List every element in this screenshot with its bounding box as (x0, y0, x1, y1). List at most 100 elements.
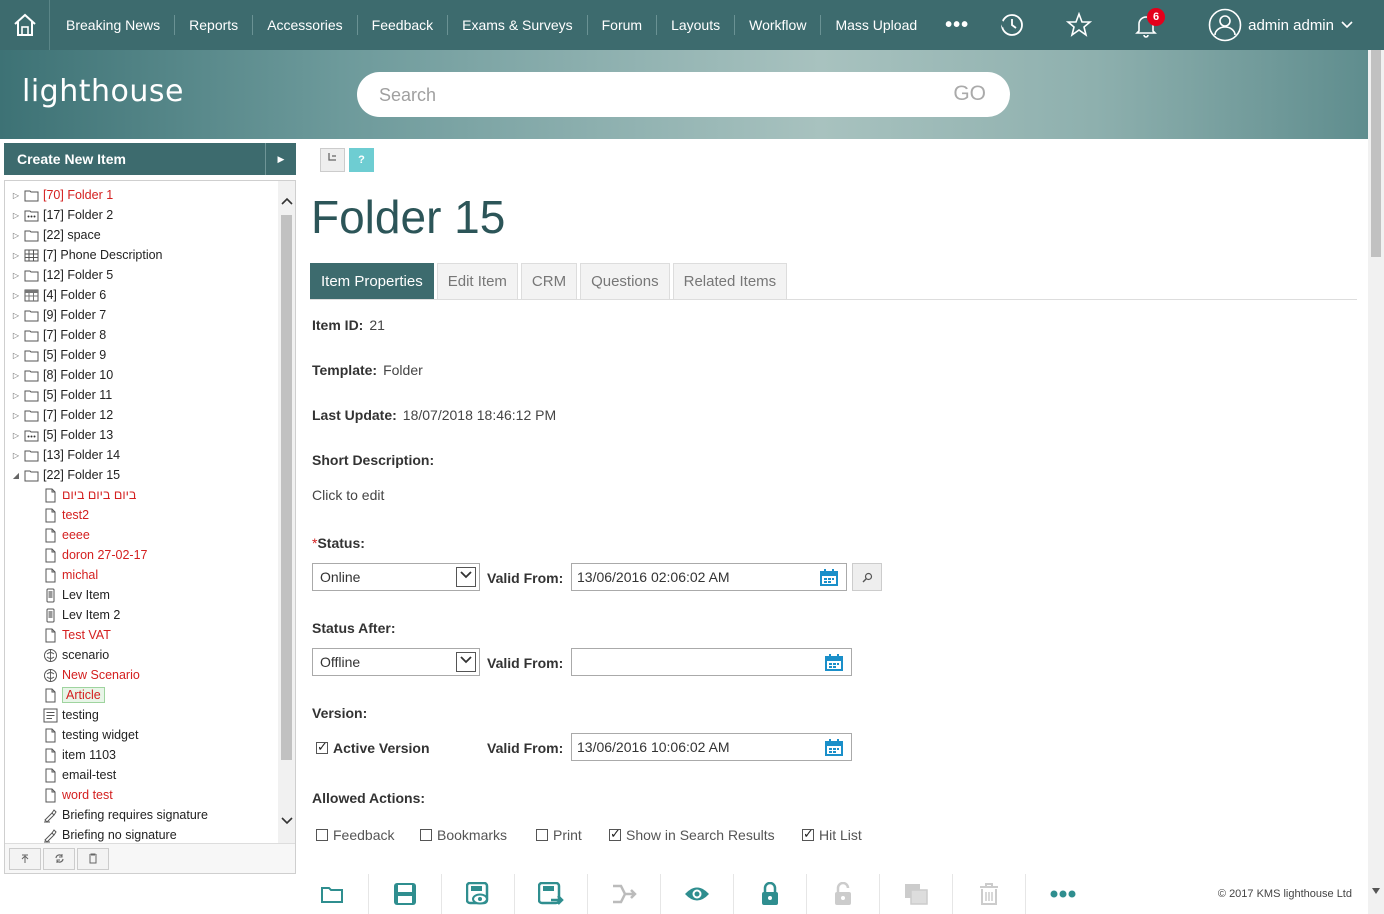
tree-item[interactable]: Lev Item (42, 585, 110, 605)
status-lookup-button[interactable] (852, 563, 882, 591)
nav-item-mass-upload[interactable]: Mass Upload (821, 15, 931, 35)
delete-button[interactable] (953, 874, 1026, 914)
expand-icon[interactable]: ▷ (11, 431, 21, 440)
expand-icon[interactable]: ▷ (11, 371, 21, 380)
expand-icon[interactable]: ▷ (11, 311, 21, 320)
short-description-value[interactable]: Click to edit (312, 487, 384, 503)
active-version-checkbox[interactable]: Active Version (316, 739, 436, 757)
nav-item-reports[interactable]: Reports (175, 15, 254, 35)
search-input[interactable] (379, 82, 919, 108)
tree-item[interactable]: ▷ [7] Folder 12 (11, 405, 113, 425)
status-after-select[interactable]: Offline (312, 648, 480, 676)
tree-item[interactable]: Article (42, 685, 105, 705)
action-bookmarks-checkbox[interactable]: Bookmarks (420, 827, 507, 843)
delete-tree-item-button[interactable] (77, 847, 109, 870)
user-menu[interactable]: admin admin (1208, 8, 1354, 42)
nav-item-feedback[interactable]: Feedback (358, 15, 449, 35)
expand-icon[interactable]: ▷ (11, 391, 21, 400)
calendar-icon[interactable] (820, 569, 838, 586)
tree-item[interactable]: scenario (42, 645, 109, 665)
tree-item[interactable]: Briefing requires signature (42, 805, 208, 825)
nav-item-forum[interactable]: Forum (588, 15, 658, 35)
action-feedback-checkbox[interactable]: Feedback (316, 827, 394, 843)
tab-edit-item[interactable]: Edit Item (436, 263, 518, 299)
move-to-top-button[interactable] (9, 847, 41, 870)
checkbox-box[interactable] (420, 829, 432, 841)
tree-scrollbar-thumb[interactable] (281, 215, 292, 760)
collapse-icon[interactable]: ◢ (11, 471, 21, 480)
tree-item[interactable]: ◢ [22] Folder 15 (11, 465, 120, 485)
expand-icon[interactable]: ▷ (11, 331, 21, 340)
nav-item-workflow[interactable]: Workflow (735, 15, 822, 35)
more-actions-button[interactable] (1026, 874, 1099, 914)
checkbox-box[interactable] (609, 826, 621, 842)
save-and-view-button[interactable] (442, 874, 515, 914)
tree-item[interactable]: test2 (42, 505, 89, 525)
scroll-down-icon[interactable] (1372, 888, 1380, 894)
favorites-button[interactable] (1054, 0, 1104, 50)
expand-icon[interactable]: ▷ (11, 291, 21, 300)
create-menu-arrow-icon[interactable]: ▶ (266, 154, 296, 165)
tree-item[interactable]: ▷ [4] Folder 6 (11, 285, 106, 305)
lock-button[interactable] (734, 874, 807, 914)
unlock-button[interactable] (807, 874, 880, 914)
tree-item[interactable]: Test VAT (42, 625, 111, 645)
tab-questions[interactable]: Questions (580, 263, 670, 299)
calendar-icon[interactable] (825, 739, 843, 756)
tree-scroll-down-icon[interactable] (281, 817, 293, 825)
tree-item[interactable]: Lev Item 2 (42, 605, 120, 625)
tree-item[interactable]: testing widget (42, 725, 138, 745)
tree-item[interactable]: item 1103 (42, 745, 116, 765)
checkbox-box[interactable] (316, 829, 328, 841)
tree-item[interactable]: michal (42, 565, 98, 585)
nav-item-exams-surveys[interactable]: Exams & Surveys (448, 15, 588, 35)
tree-item[interactable]: eeee (42, 525, 90, 545)
expand-icon[interactable]: ▷ (11, 271, 21, 280)
tree-item[interactable]: ▷ [7] Folder 8 (11, 325, 106, 345)
new-folder-button[interactable] (296, 874, 369, 914)
action-show-in-search-results-checkbox[interactable]: Show in Search Results (609, 826, 775, 843)
nav-more-button[interactable]: ••• (931, 15, 983, 35)
nav-item-breaking-news[interactable]: Breaking News (52, 15, 176, 35)
tree-item[interactable]: email-test (42, 765, 116, 785)
tree-item[interactable]: ▷ [13] Folder 14 (11, 445, 120, 465)
nav-item-layouts[interactable]: Layouts (657, 15, 736, 35)
tree-item[interactable]: ▷ [8] Folder 10 (11, 365, 113, 385)
tree-sync-button[interactable] (320, 148, 345, 172)
notifications-button[interactable]: 6 (1121, 0, 1171, 50)
create-new-item-button[interactable]: Create New Item ▶ (4, 143, 296, 175)
tree-item[interactable]: ▷ [17] Folder 2 (11, 205, 113, 225)
search-go-button[interactable]: GO (953, 82, 986, 106)
tree-item[interactable]: Briefing no signature (42, 825, 177, 843)
tree-item[interactable]: ▷ [9] Folder 7 (11, 305, 106, 325)
checkbox-box[interactable] (536, 829, 548, 841)
tab-related-items[interactable]: Related Items (672, 263, 788, 299)
active-version-check[interactable] (316, 739, 328, 755)
action-hit-list-checkbox[interactable]: Hit List (802, 826, 862, 843)
tree-item[interactable]: ▷ [22] space (11, 225, 101, 245)
expand-icon[interactable]: ▷ (11, 411, 21, 420)
main-scrollbar[interactable] (1368, 50, 1384, 914)
history-button[interactable] (987, 0, 1037, 50)
tree-item[interactable]: ביום ביום ביום (42, 485, 136, 505)
tree-item[interactable]: ▷ [70] Folder 1 (11, 185, 113, 205)
tree-item[interactable]: ▷ [7] Phone Description (11, 245, 163, 265)
help-button[interactable]: ? (349, 148, 374, 172)
tree-scrollbar[interactable] (278, 181, 295, 843)
refresh-tree-button[interactable] (43, 847, 75, 870)
tab-item-properties[interactable]: Item Properties (310, 263, 434, 299)
nav-item-accessories[interactable]: Accessories (253, 15, 358, 35)
tree-item[interactable]: New Scenario (42, 665, 140, 685)
home-button[interactable] (0, 0, 50, 50)
expand-icon[interactable]: ▷ (11, 351, 21, 360)
version-valid-from-input[interactable]: 13/06/2016 10:06:02 AM (571, 733, 852, 761)
main-scrollbar-thumb[interactable] (1371, 50, 1381, 257)
status-select[interactable]: Online (312, 563, 480, 591)
expand-icon[interactable]: ▷ (11, 231, 21, 240)
expand-icon[interactable]: ▷ (11, 251, 21, 260)
expand-icon[interactable]: ▷ (11, 451, 21, 460)
expand-icon[interactable]: ▷ (11, 211, 21, 220)
tree-item[interactable]: ▷ [12] Folder 5 (11, 265, 113, 285)
tree-item[interactable]: testing (42, 705, 99, 725)
action-print-checkbox[interactable]: Print (536, 827, 582, 843)
